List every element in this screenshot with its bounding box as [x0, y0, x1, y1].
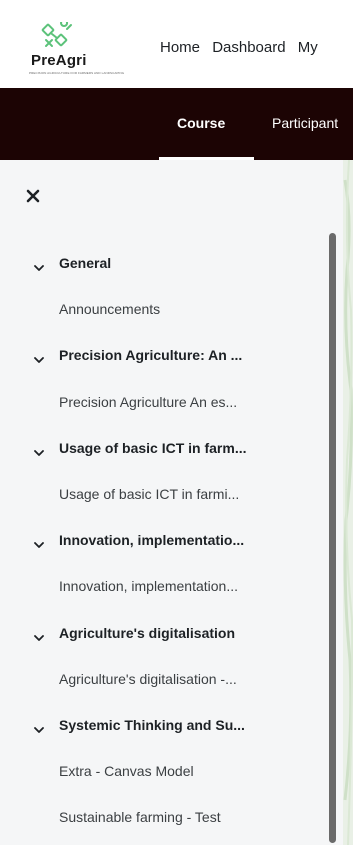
course-activity-canvas-model[interactable]: Extra - Canvas Model: [0, 758, 330, 804]
activity-label: Agriculture's digitalisation -...: [59, 670, 237, 687]
secondary-navigation: Course Participant: [0, 88, 353, 160]
activity-label: Sustainable farming - Test: [59, 809, 221, 826]
tab-participants[interactable]: Participant: [272, 115, 338, 131]
leaf-pattern-icon: [343, 160, 353, 845]
course-activity-announcements[interactable]: Announcements: [0, 296, 330, 342]
course-index-drawer: General Announcements Precision Agricult…: [0, 160, 343, 845]
tab-course[interactable]: Course: [177, 115, 225, 131]
close-drawer-button[interactable]: [26, 185, 48, 207]
course-section-basic-ict[interactable]: Usage of basic ICT in farm...: [0, 435, 330, 481]
top-navbar: PreAgri PRECISION AGRICULTURE FOR FARMER…: [0, 0, 353, 88]
course-activity-precision-agriculture[interactable]: Precision Agriculture An es...: [0, 389, 330, 435]
close-icon: [26, 189, 40, 203]
section-label: Usage of basic ICT in farm...: [59, 439, 247, 456]
section-label: General: [59, 255, 112, 271]
nav-link-my-courses[interactable]: My: [298, 39, 318, 56]
course-index-list: General Announcements Precision Agricult…: [0, 250, 330, 845]
activity-label: Announcements: [59, 301, 161, 318]
course-section-precision-agriculture[interactable]: Precision Agriculture: An ...: [0, 342, 330, 388]
primary-nav: Home Dashboard My: [160, 39, 326, 56]
chevron-down-icon[interactable]: [34, 448, 44, 458]
preagri-logo-icon: [41, 22, 72, 47]
brand-name: PreAgri: [31, 52, 87, 69]
section-label: Precision Agriculture: An ...: [59, 347, 243, 364]
activity-label: Innovation, implementation...: [59, 578, 238, 595]
chevron-down-icon[interactable]: [34, 540, 44, 550]
section-label: Agriculture's digitalisation: [59, 624, 236, 641]
nav-link-home[interactable]: Home: [160, 39, 200, 56]
chevron-down-icon[interactable]: [34, 263, 44, 273]
course-section-systemic-thinking[interactable]: Systemic Thinking and Su...: [0, 712, 330, 758]
course-activity-basic-ict[interactable]: Usage of basic ICT in farmi...: [0, 481, 330, 527]
nav-link-dashboard[interactable]: Dashboard: [212, 39, 285, 56]
course-section-digitalisation[interactable]: Agriculture's digitalisation: [0, 620, 330, 666]
activity-label: Precision Agriculture An es...: [59, 393, 238, 410]
course-activity-sustainable-farming-test[interactable]: Sustainable farming - Test: [0, 804, 330, 845]
section-label: Systemic Thinking and Su...: [59, 716, 245, 733]
course-activity-innovation[interactable]: Innovation, implementation...: [0, 573, 330, 619]
page-background-edge: [343, 160, 353, 845]
course-section-innovation[interactable]: Innovation, implementatio...: [0, 527, 330, 573]
brand-tagline: PRECISION AGRICULTURE FOR FARMERS AND LA…: [29, 71, 125, 75]
activity-label: Usage of basic ICT in farmi...: [59, 485, 240, 502]
brand-logo[interactable]: PreAgri PRECISION AGRICULTURE FOR FARMER…: [8, 22, 124, 82]
chevron-down-icon[interactable]: [34, 355, 44, 365]
activity-label: Extra - Canvas Model: [59, 763, 194, 780]
course-section-general[interactable]: General: [0, 250, 330, 296]
course-activity-digitalisation[interactable]: Agriculture's digitalisation -...: [0, 666, 330, 712]
drawer-scrollbar[interactable]: [329, 233, 336, 843]
chevron-down-icon[interactable]: [34, 633, 44, 643]
section-label: Innovation, implementatio...: [59, 532, 245, 549]
chevron-down-icon[interactable]: [34, 725, 44, 735]
